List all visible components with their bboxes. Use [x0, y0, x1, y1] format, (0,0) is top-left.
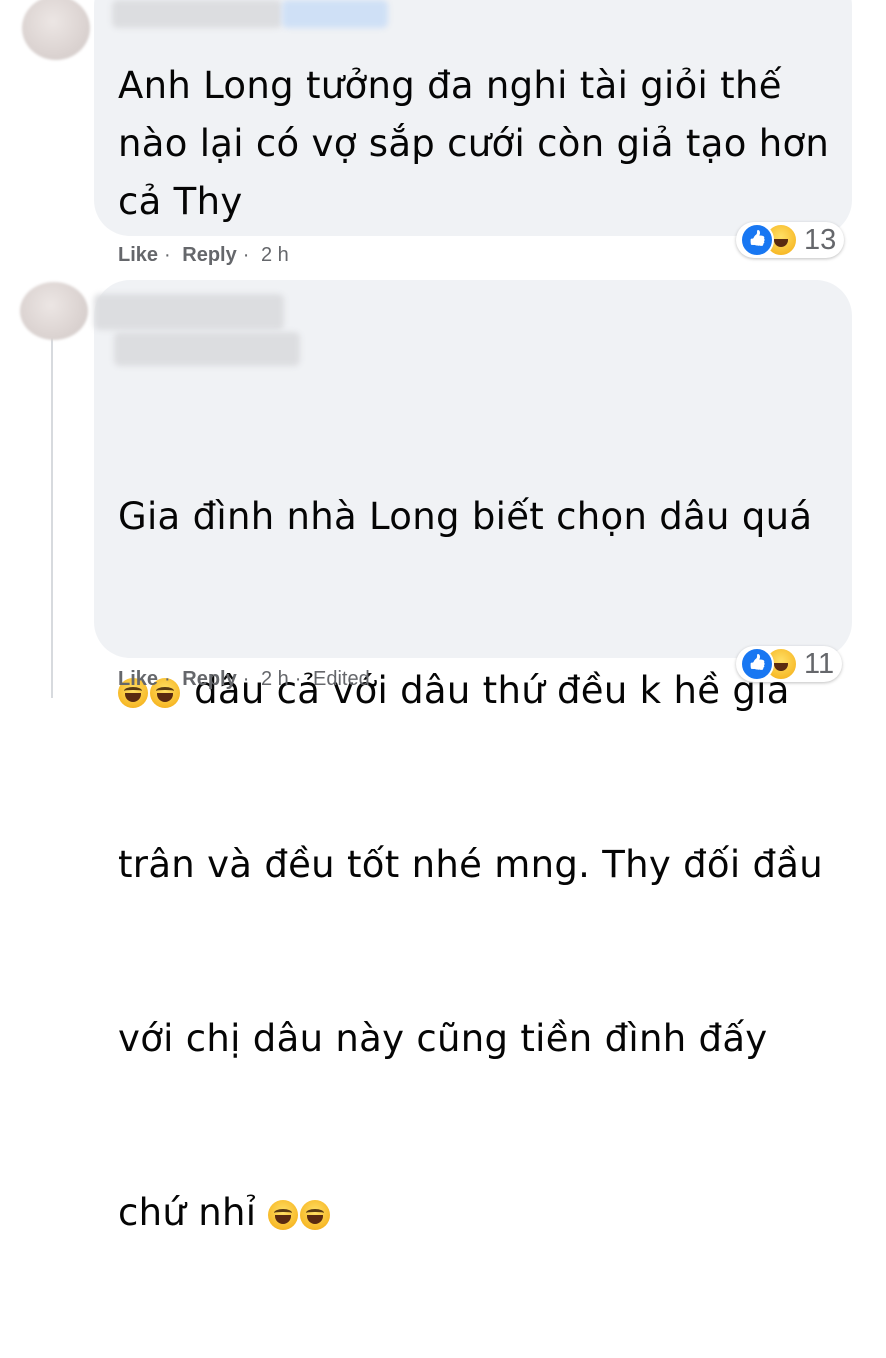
- separator: ·: [242, 668, 250, 690]
- commenter-name-redacted[interactable]: [94, 294, 284, 330]
- comment-line: trân và đều tốt nhé mng. Thy đối đầu: [118, 843, 824, 886]
- comment-actions: Like · Reply · 2 h · Edited: [118, 668, 376, 691]
- separator: ·: [164, 668, 171, 690]
- comment-bubble: Anh Long tưởng đa nghi tài giỏi thế nào …: [94, 0, 852, 236]
- separator: ·: [164, 244, 171, 266]
- reply-thread-line: [51, 336, 53, 698]
- commenter-avatar[interactable]: [20, 282, 88, 340]
- comment-line-text: chứ nhỉ: [118, 1191, 257, 1234]
- comment-actions: Like · Reply · 2 h: [118, 244, 295, 267]
- laughing-emoji-icon: [268, 1199, 299, 1230]
- timestamp[interactable]: 2 h: [261, 244, 289, 266]
- reaction-count: 13: [804, 223, 837, 256]
- comment-bubble: Gia đình nhà Long biết chọn dâu quá dâu …: [94, 280, 852, 1234]
- timestamp[interactable]: 2 h: [261, 668, 289, 690]
- reaction-count: 11: [804, 647, 835, 680]
- reaction-summary[interactable]: 13: [736, 222, 845, 258]
- separator: ·: [242, 244, 250, 266]
- like-button[interactable]: Like: [118, 244, 158, 266]
- commenter-badge-redacted: [282, 0, 388, 28]
- comment-text: Anh Long tưởng đa nghi tài giỏi thế nào …: [118, 64, 830, 223]
- commenter-badge-redacted: [114, 332, 300, 366]
- reply-button[interactable]: Reply: [182, 244, 236, 266]
- comment-text: Gia đình nhà Long biết chọn dâu quá dâu …: [118, 372, 832, 1358]
- like-button[interactable]: Like: [118, 668, 158, 690]
- like-icon: [740, 647, 774, 681]
- comment-line: Gia đình nhà Long biết chọn dâu quá: [118, 495, 813, 538]
- edited-label[interactable]: Edited: [313, 668, 370, 690]
- commenter-name-redacted[interactable]: [112, 0, 282, 28]
- reaction-summary[interactable]: 11: [736, 646, 843, 682]
- like-icon: [740, 223, 774, 257]
- separator: ·: [294, 668, 302, 690]
- commenter-avatar[interactable]: [22, 0, 90, 60]
- comment-line: với chị dâu này cũng tiền đình đấy: [118, 1017, 768, 1060]
- laughing-emoji-icon: [300, 1199, 331, 1230]
- comment-line: chứ nhỉ: [118, 1184, 832, 1242]
- reply-button[interactable]: Reply: [182, 668, 236, 690]
